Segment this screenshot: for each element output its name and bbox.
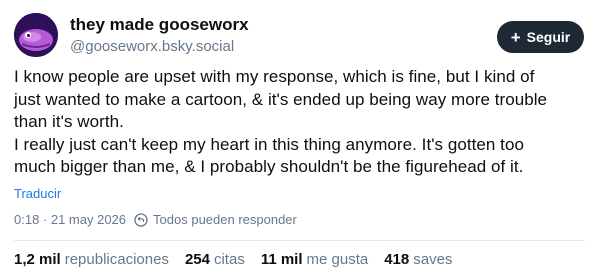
reposts-count: 1,2 mil [14, 251, 61, 268]
likes-label: me gusta [306, 251, 369, 268]
post-meta: 0:18 · 21 may 2026 Todos pueden responde… [14, 212, 297, 227]
post-text: I know people are upset with my response… [14, 66, 589, 179]
post-text-line: just wanted to make a cartoon, & it's en… [14, 89, 548, 109]
post-text-line: than it's worth. [14, 112, 124, 131]
engagement-stats: 1,2 mil republicaciones 254 citas 11 mil… [14, 251, 468, 268]
reposts-stat[interactable]: 1,2 mil republicaciones [14, 251, 169, 268]
author-handle[interactable]: @gooseworx.bsky.social [70, 37, 249, 57]
likes-stat[interactable]: 11 mil me gusta [261, 251, 368, 268]
translate-link[interactable]: Traducir [14, 186, 61, 201]
post-text-line: much bigger than me, & I probably should… [14, 157, 524, 176]
quotes-count: 254 [184, 251, 210, 268]
post-text-line: I really just can't keep my heart in thi… [14, 134, 524, 154]
author-display-name[interactable]: they made gooseworx [70, 14, 249, 35]
post-text-line: I know people are upset with my response… [14, 67, 535, 86]
saves-count: 418 [384, 251, 410, 268]
plus-icon: + [510, 27, 521, 47]
saves-stat[interactable]: 418 saves [384, 251, 452, 268]
post-card: they made gooseworx @gooseworx.bsky.soci… [0, 0, 599, 277]
likes-count: 11 mil [260, 251, 303, 268]
avatar[interactable] [14, 13, 58, 57]
quotes-stat[interactable]: 254 citas [185, 251, 245, 268]
reposts-label: republicaciones [64, 251, 169, 268]
divider [14, 240, 585, 241]
reply-permission-icon [134, 212, 148, 227]
author-block: they made gooseworx @gooseworx.bsky.soci… [70, 14, 249, 57]
quotes-label: citas [213, 251, 245, 268]
post-timestamp[interactable]: 0:18 · 21 may 2026 [14, 212, 126, 227]
follow-label: Seguir [526, 29, 571, 45]
avatar-image [14, 13, 58, 57]
saves-label: saves [413, 251, 453, 268]
follow-button[interactable]: + Seguir [497, 21, 584, 53]
reply-setting-label: Todos pueden responder [153, 212, 297, 227]
